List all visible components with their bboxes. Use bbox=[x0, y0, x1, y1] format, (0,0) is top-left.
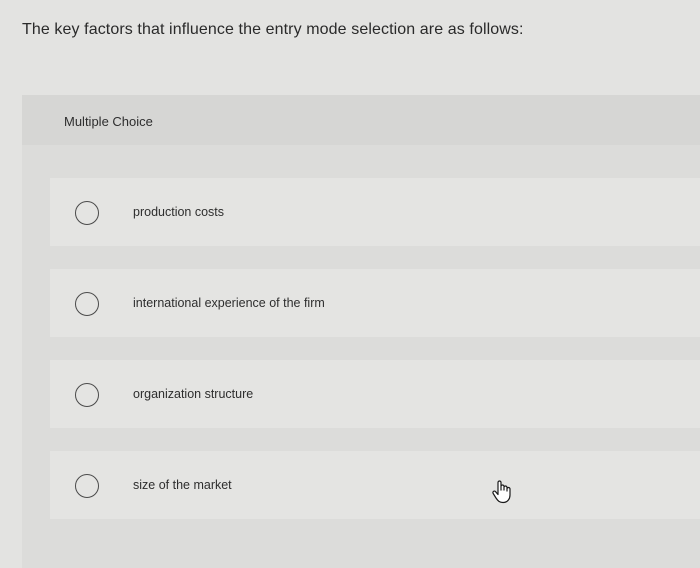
radio-unchecked-icon[interactable] bbox=[75, 474, 99, 498]
radio-unchecked-icon[interactable] bbox=[75, 292, 99, 316]
answer-option-4[interactable]: size of the market bbox=[50, 451, 700, 519]
answer-panel: Multiple Choice production costs interna… bbox=[22, 95, 700, 568]
question-type-label: Multiple Choice bbox=[64, 114, 153, 129]
panel-header: Multiple Choice bbox=[22, 95, 700, 145]
answer-option-label: production costs bbox=[133, 205, 225, 219]
hand-pointer-icon bbox=[491, 479, 513, 505]
answer-option-1[interactable]: production costs bbox=[50, 178, 700, 246]
answer-option-2[interactable]: international experience of the firm bbox=[50, 269, 700, 337]
answer-option-3[interactable]: organization structure bbox=[50, 360, 700, 428]
question-text: The key factors that influence the entry… bbox=[22, 21, 524, 38]
radio-unchecked-icon[interactable] bbox=[75, 201, 99, 225]
answer-option-label: organization structure bbox=[133, 387, 254, 401]
answer-option-label: size of the market bbox=[133, 478, 232, 492]
radio-unchecked-icon[interactable] bbox=[75, 383, 99, 407]
answer-option-label: international experience of the firm bbox=[133, 296, 325, 310]
